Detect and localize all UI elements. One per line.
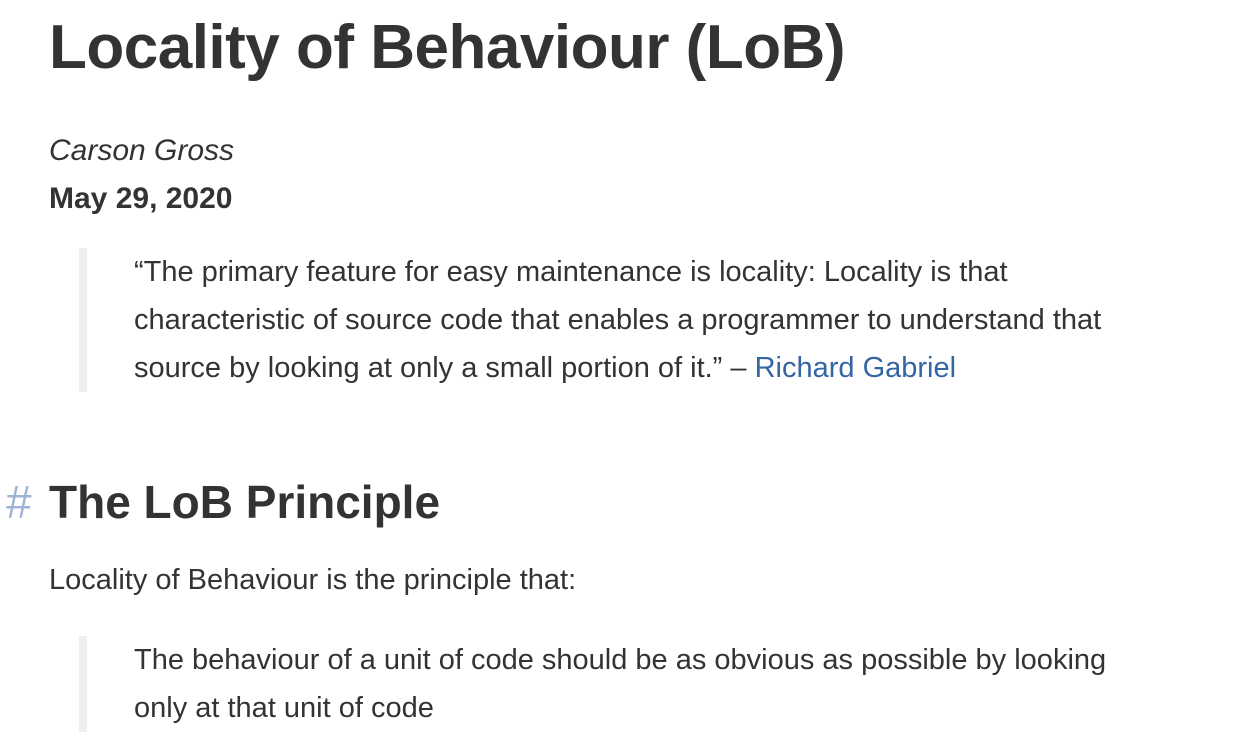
page-title: Locality of Behaviour (LoB) bbox=[49, 13, 845, 82]
epigraph-line-last: source by looking at only a small portio… bbox=[134, 344, 1234, 392]
publish-date: May 29, 2020 bbox=[49, 182, 233, 215]
principle-quote: The behaviour of a unit of code should b… bbox=[79, 636, 1234, 732]
attribution-link[interactable]: Richard Gabriel bbox=[755, 352, 956, 384]
section-intro-paragraph: Locality of Behaviour is the principle t… bbox=[49, 564, 577, 596]
epigraph-line: characteristic of source code that enabl… bbox=[134, 304, 1102, 336]
article: Locality of Behaviour (LoB) Carson Gross… bbox=[49, 0, 1219, 219]
principle-line: The behaviour of a unit of code should b… bbox=[134, 644, 1107, 676]
section-heading: The LoB Principle bbox=[49, 476, 441, 528]
epigraph-line: “The primary feature for easy maintenanc… bbox=[134, 256, 1008, 288]
section-anchor-link[interactable]: # bbox=[6, 474, 32, 530]
epigraph-quote: “The primary feature for easy maintenanc… bbox=[79, 248, 1234, 392]
author-name: Carson Gross bbox=[49, 134, 235, 167]
epigraph-line-text: source by looking at only a small portio… bbox=[134, 352, 755, 384]
principle-line: only at that unit of code bbox=[134, 692, 434, 724]
